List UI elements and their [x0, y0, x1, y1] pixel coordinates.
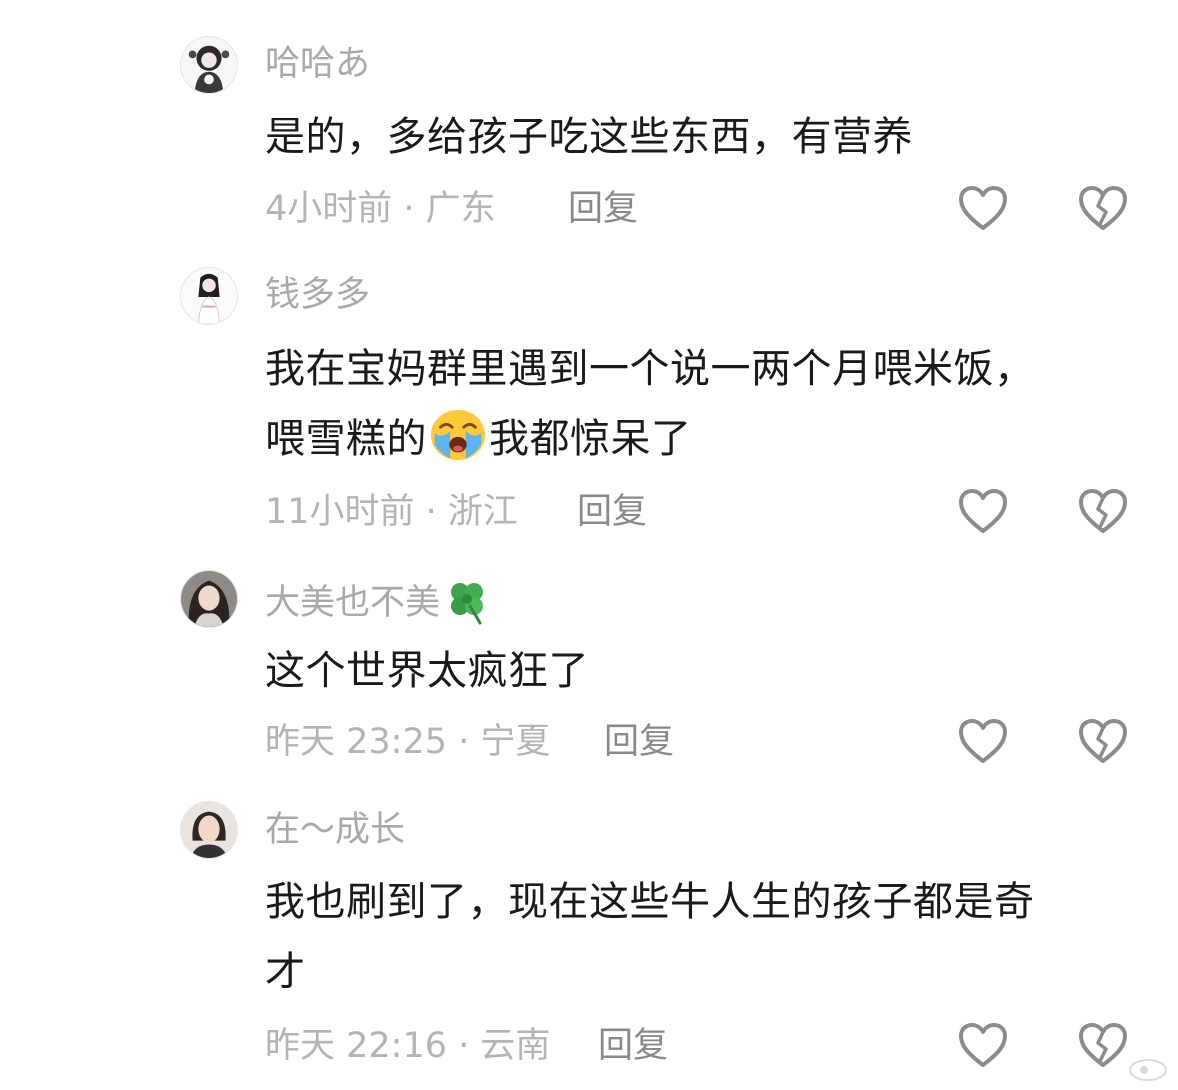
comment-text-line: 喂雪糕的 我都惊呆了	[265, 404, 1125, 474]
username[interactable]: 钱多多	[265, 273, 370, 317]
comment-time-location: 4小时前 · 广东	[265, 189, 496, 229]
reply-button[interactable]: 回复	[604, 720, 674, 764]
comment-list: 哈哈あ 是的，多给孩子吃这些东西，有营养 4小时前 · 广东 回复 钱多多 我在…	[0, 0, 1178, 1090]
like-button[interactable]	[957, 487, 1009, 535]
reply-button[interactable]: 回复	[568, 187, 638, 231]
comment-time-location: 昨天 23:25 · 宁夏	[265, 722, 551, 762]
username-text: 大美也不美	[265, 583, 441, 623]
dislike-button[interactable]	[1077, 184, 1129, 232]
broken-heart-outline-icon	[1079, 1023, 1127, 1067]
comment-text: 我也刷到了，现在这些牛人生的孩子都是奇 才	[265, 867, 1125, 1007]
username[interactable]: 哈哈あ	[265, 42, 370, 86]
broken-heart-outline-icon	[1079, 186, 1127, 230]
heart-outline-icon	[959, 489, 1007, 533]
comment-text-segment: 喂雪糕的	[265, 416, 427, 462]
avatar-photo-icon	[181, 802, 237, 858]
like-button[interactable]	[957, 1021, 1009, 1069]
username[interactable]: 在～成长	[265, 808, 405, 852]
reply-button[interactable]: 回复	[577, 490, 647, 534]
comment-text-segment: 我都惊呆了	[489, 416, 692, 462]
avatar[interactable]	[180, 570, 238, 628]
loudly-crying-face-emoji	[430, 409, 486, 461]
avatar[interactable]	[180, 801, 238, 859]
username[interactable]: 大美也不美	[265, 576, 492, 626]
avatar[interactable]	[180, 267, 238, 325]
comment-text-line: 才	[265, 949, 306, 995]
heart-outline-icon	[959, 719, 1007, 763]
broken-heart-outline-icon	[1079, 489, 1127, 533]
dislike-button[interactable]	[1077, 1021, 1129, 1069]
like-button[interactable]	[957, 184, 1009, 232]
comment-text: 是的，多给孩子吃这些东西，有营养	[265, 114, 913, 160]
reply-button[interactable]: 回复	[598, 1024, 668, 1068]
watermark-logo-icon	[1129, 1059, 1167, 1081]
like-button[interactable]	[957, 717, 1009, 765]
avatar-photo-icon	[181, 571, 237, 627]
broken-heart-outline-icon	[1079, 719, 1127, 763]
dislike-button[interactable]	[1077, 487, 1129, 535]
heart-outline-icon	[959, 186, 1007, 230]
four-leaf-clover-emoji	[451, 583, 484, 625]
comment-text: 这个世界太疯狂了	[265, 648, 589, 694]
avatar[interactable]	[180, 36, 238, 94]
comment-text-line: 我也刷到了，现在这些牛人生的孩子都是奇	[265, 879, 1035, 925]
avatar-illustration-icon	[181, 268, 237, 324]
heart-outline-icon	[959, 1023, 1007, 1067]
comment-time-location: 11小时前 · 浙江	[265, 492, 518, 532]
avatar-illustration-icon	[181, 37, 237, 93]
dislike-button[interactable]	[1077, 717, 1129, 765]
comment-text: 我在宝妈群里遇到一个说一两个月喂米饭， 喂雪糕的 我都惊呆了	[265, 334, 1125, 474]
comment-text-line: 我在宝妈群里遇到一个说一两个月喂米饭，	[265, 346, 1035, 392]
comment-time-location: 昨天 22:16 · 云南	[265, 1026, 551, 1066]
